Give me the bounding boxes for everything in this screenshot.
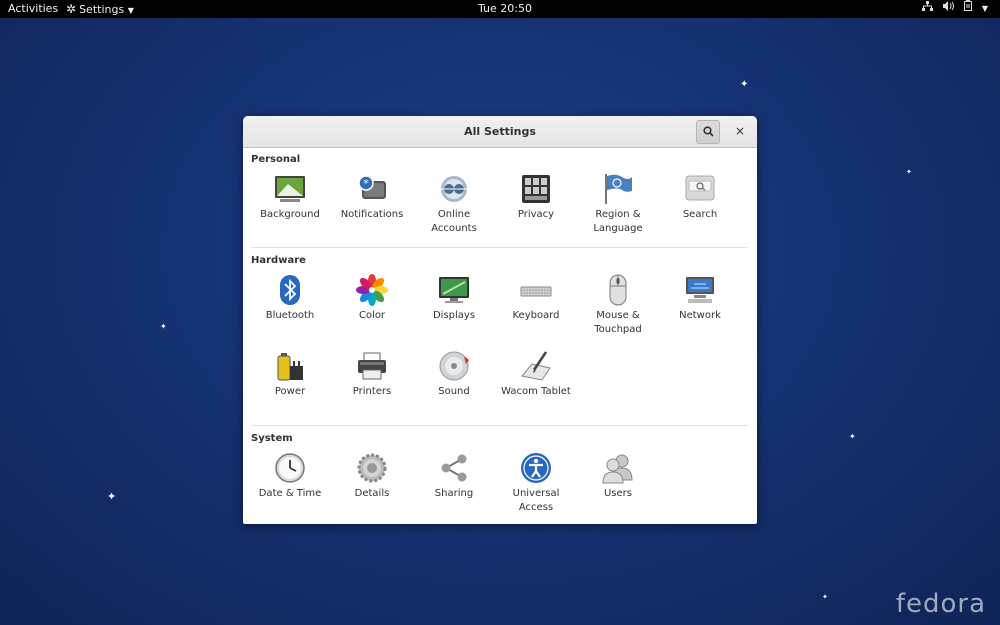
share-icon <box>438 452 470 484</box>
power-icon <box>274 350 306 382</box>
panel-label: Universal <box>512 488 560 499</box>
privacy-icon <box>520 173 552 205</box>
sound-icon <box>438 350 470 382</box>
panel-universal-access[interactable]: Universal Access <box>495 452 577 515</box>
star: ✦ <box>906 168 912 176</box>
panel-label: Access <box>518 502 554 513</box>
chevron-down-icon: ▼ <box>981 4 988 13</box>
panel-online-accounts[interactable]: Online Accounts <box>413 173 495 236</box>
panel-label: Accounts <box>431 223 477 234</box>
star: ✦ <box>107 490 117 503</box>
star: ✦ <box>160 322 167 331</box>
mouse-icon <box>602 274 634 306</box>
battery-icon <box>963 0 972 18</box>
panel-details[interactable]: Details <box>331 452 413 501</box>
close-button[interactable]: × <box>729 120 751 142</box>
panel-label: Printers <box>352 386 392 397</box>
notifications-icon: * <box>356 173 388 205</box>
panel-date-time[interactable]: Date & Time <box>249 452 331 501</box>
panel-label: Power <box>274 386 306 397</box>
app-menu-label: Settings <box>79 3 125 16</box>
search-button[interactable] <box>696 120 720 144</box>
panel-printers[interactable]: Printers <box>331 350 413 399</box>
panel-background[interactable]: Background <box>249 173 331 222</box>
panel-label: Search <box>682 209 718 220</box>
panel-label: Details <box>354 488 390 499</box>
display-icon <box>438 274 470 306</box>
clock[interactable]: Tue 20:50 <box>478 0 532 18</box>
online-accounts-icon <box>438 173 470 205</box>
background-icon <box>274 173 306 205</box>
panel-label: Bluetooth <box>265 310 315 321</box>
users-icon <box>602 452 634 484</box>
panel-mouse-touchpad[interactable]: Mouse & Touchpad <box>577 274 659 337</box>
panel-label: Background <box>260 209 320 220</box>
panel-label: Date & Time <box>258 488 322 499</box>
top-bar: Activities ✲ Settings ▼ Tue 20:50 ▼ <box>0 0 1000 18</box>
chevron-down-icon: ▼ <box>127 6 134 15</box>
panel-label: Touchpad <box>594 324 642 335</box>
panel-bluetooth[interactable]: Bluetooth <box>249 274 331 323</box>
fedora-logo: fedora <box>895 589 986 619</box>
panel-label: Network <box>679 310 721 321</box>
panel-label: Keyboard <box>512 310 560 321</box>
panel-search[interactable]: Search <box>659 173 741 222</box>
clock-icon <box>274 452 306 484</box>
settings-window: All Settings × Personal Background * Not… <box>243 116 757 524</box>
app-menu[interactable]: ✲ Settings ▼ <box>66 0 134 18</box>
panel-label: Online <box>437 209 471 220</box>
star: ✦ <box>822 593 828 601</box>
search-icon <box>702 126 714 137</box>
section-title-system: System <box>251 433 293 444</box>
flag-icon <box>602 173 634 205</box>
panel-notifications[interactable]: * Notifications <box>331 173 413 222</box>
panel-keyboard[interactable]: Keyboard <box>495 274 577 323</box>
star: ✦ <box>849 432 856 441</box>
panel-label: Users <box>603 488 632 499</box>
section-separator <box>251 247 748 248</box>
panel-label: Wacom Tablet <box>501 386 571 397</box>
panel-label: Mouse & <box>596 310 640 321</box>
section-title-hardware: Hardware <box>251 255 306 266</box>
settings-icon: ✲ <box>66 2 77 16</box>
svg-text:*: * <box>363 177 369 190</box>
panel-label: Displays <box>432 310 476 321</box>
search-panel-icon <box>684 173 716 205</box>
panel-sound[interactable]: Sound <box>413 350 495 399</box>
panel-label: Notifications <box>340 209 404 220</box>
panel-region-language[interactable]: Region & Language <box>577 173 659 236</box>
panel-label: Color <box>358 310 386 321</box>
panel-sharing[interactable]: Sharing <box>413 452 495 501</box>
gear-icon <box>356 452 388 484</box>
star: ✦ <box>740 79 749 90</box>
panel-label: Sharing <box>434 488 474 499</box>
panel-color[interactable]: Color <box>331 274 413 323</box>
color-icon <box>356 274 388 306</box>
panel-label: Privacy <box>517 209 555 220</box>
window-title: All Settings <box>464 125 536 138</box>
header-bar: All Settings × <box>243 116 757 148</box>
section-title-personal: Personal <box>251 154 301 165</box>
panel-network[interactable]: Network <box>659 274 741 323</box>
panel-label: Sound <box>438 386 470 397</box>
panel-wacom-tablet[interactable]: Wacom Tablet <box>495 350 577 399</box>
panel-privacy[interactable]: Privacy <box>495 173 577 222</box>
section-separator <box>251 425 748 426</box>
tablet-icon <box>520 350 552 382</box>
panel-label: Language <box>593 223 643 234</box>
keyboard-icon <box>520 274 552 306</box>
volume-icon <box>942 0 954 18</box>
bluetooth-icon <box>274 274 306 306</box>
activities-button[interactable]: Activities <box>8 0 58 18</box>
system-tray[interactable]: ▼ <box>921 0 988 18</box>
accessibility-icon <box>520 452 552 484</box>
panel-label: Region & <box>595 209 641 220</box>
panel-displays[interactable]: Displays <box>413 274 495 323</box>
printer-icon <box>356 350 388 382</box>
panel-power[interactable]: Power <box>249 350 331 399</box>
panel-users[interactable]: Users <box>577 452 659 501</box>
network-panel-icon <box>684 274 716 306</box>
network-icon <box>921 0 933 18</box>
